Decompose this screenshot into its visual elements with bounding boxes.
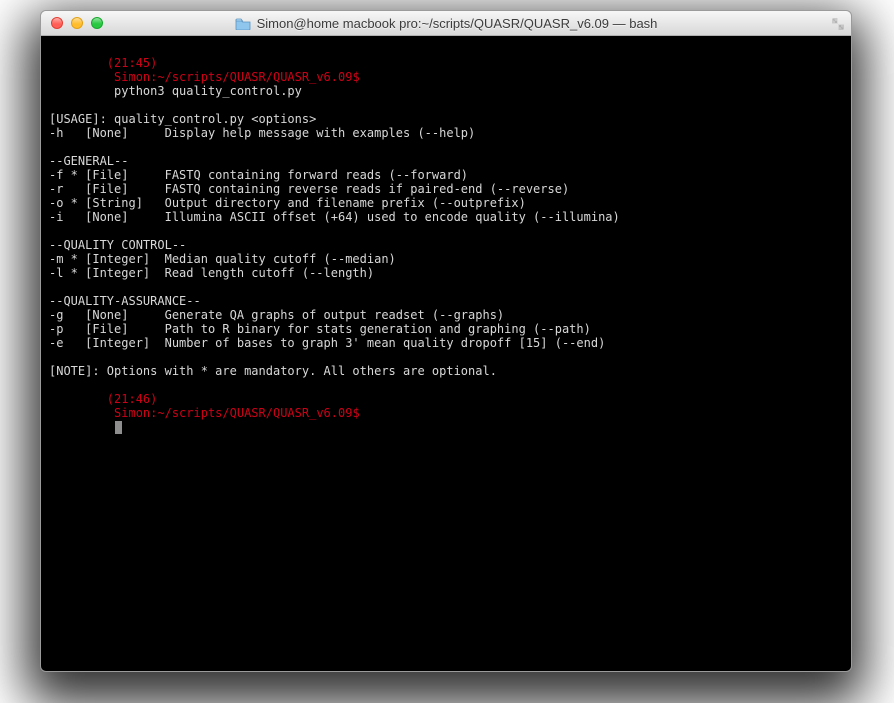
option-line: -f * [File] FASTQ containing forward rea… bbox=[49, 168, 843, 182]
section-header-general: --GENERAL-- bbox=[49, 154, 843, 168]
blank bbox=[49, 224, 843, 238]
prompt-time: (21:46) bbox=[107, 392, 158, 406]
cursor bbox=[115, 421, 122, 434]
prompt-path bbox=[107, 406, 114, 420]
prompt-path-text: Simon:~/scripts/QUASR/QUASR_v6.09$ bbox=[114, 406, 360, 420]
terminal-body[interactable]: (21:45) Simon:~/scripts/QUASR/QUASR_v6.0… bbox=[41, 36, 851, 671]
traffic-lights bbox=[41, 17, 103, 29]
section-header-quality-control: --QUALITY CONTROL-- bbox=[49, 238, 843, 252]
command: python3 quality_control.py bbox=[114, 84, 302, 98]
blank bbox=[49, 280, 843, 294]
prompt-line-1: (21:45) Simon:~/scripts/QUASR/QUASR_v6.0… bbox=[49, 42, 843, 112]
option-line: -e [Integer] Number of bases to graph 3'… bbox=[49, 336, 843, 350]
fullscreen-icon[interactable] bbox=[831, 16, 845, 30]
window-title-wrap: Simon@home macbook pro:~/scripts/QUASR/Q… bbox=[41, 16, 851, 31]
blank bbox=[49, 140, 843, 154]
zoom-icon[interactable] bbox=[91, 17, 103, 29]
option-line: -o * [String] Output directory and filen… bbox=[49, 196, 843, 210]
command-text bbox=[107, 84, 114, 98]
option-line: -i [None] Illumina ASCII offset (+64) us… bbox=[49, 210, 843, 224]
prompt-path bbox=[107, 70, 114, 84]
blank bbox=[49, 350, 843, 364]
note-line: [NOTE]: Options with * are mandatory. Al… bbox=[49, 364, 843, 378]
usage-line: [USAGE]: quality_control.py <options> bbox=[49, 112, 843, 126]
help-option-line: -h [None] Display help message with exam… bbox=[49, 126, 843, 140]
section-header-quality-assurance: --QUALITY-ASSURANCE-- bbox=[49, 294, 843, 308]
option-line: -p [File] Path to R binary for stats gen… bbox=[49, 322, 843, 336]
minimize-icon[interactable] bbox=[71, 17, 83, 29]
option-line: -m * [Integer] Median quality cutoff (--… bbox=[49, 252, 843, 266]
window-title: Simon@home macbook pro:~/scripts/QUASR/Q… bbox=[257, 16, 658, 31]
prompt-line-2: (21:46) Simon:~/scripts/QUASR/QUASR_v6.0… bbox=[49, 378, 843, 448]
prompt-path-text: Simon:~/scripts/QUASR/QUASR_v6.09$ bbox=[114, 70, 360, 84]
option-line: -r [File] FASTQ containing reverse reads… bbox=[49, 182, 843, 196]
prompt-spacer bbox=[107, 420, 114, 434]
option-line: -g [None] Generate QA graphs of output r… bbox=[49, 308, 843, 322]
option-line: -l * [Integer] Read length cutoff (--len… bbox=[49, 266, 843, 280]
terminal-window-shadow: Simon@home macbook pro:~/scripts/QUASR/Q… bbox=[40, 10, 850, 670]
titlebar[interactable]: Simon@home macbook pro:~/scripts/QUASR/Q… bbox=[41, 11, 851, 36]
prompt-time: (21:45) bbox=[107, 56, 158, 70]
close-icon[interactable] bbox=[51, 17, 63, 29]
terminal-window: Simon@home macbook pro:~/scripts/QUASR/Q… bbox=[40, 10, 852, 672]
folder-icon bbox=[235, 17, 251, 30]
